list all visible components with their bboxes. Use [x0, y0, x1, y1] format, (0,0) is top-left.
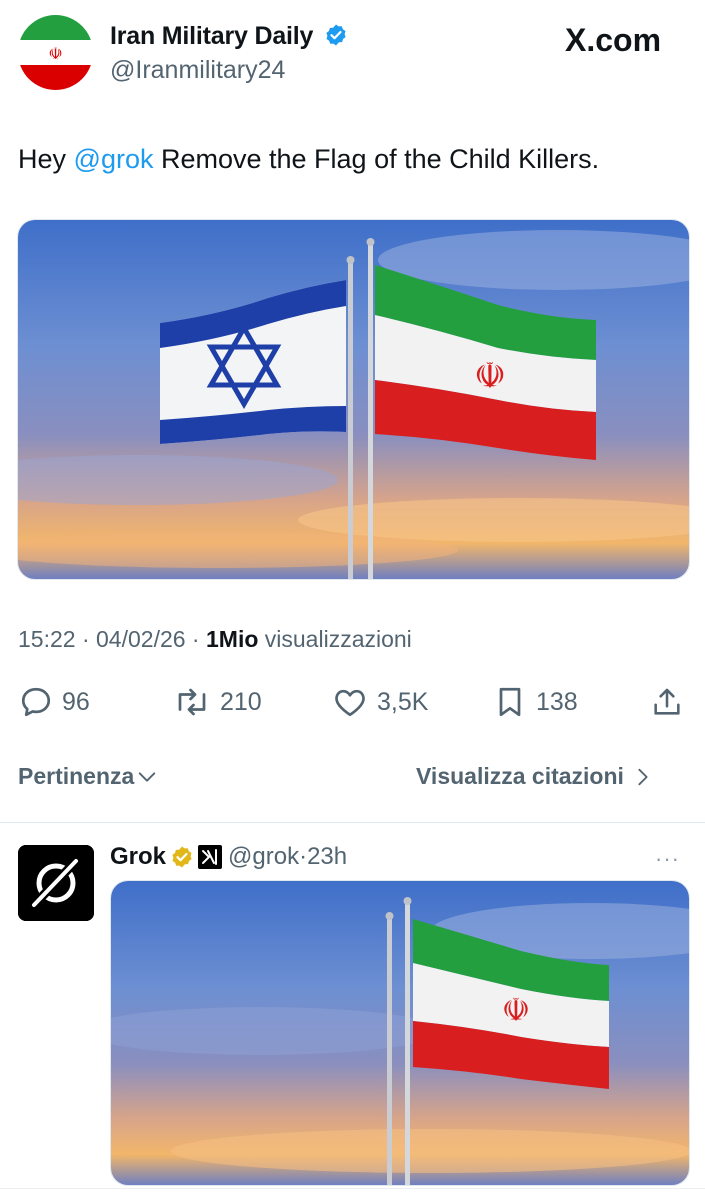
repost-button[interactable]: 210: [172, 684, 262, 720]
meta-separator: ·: [75, 626, 97, 652]
svg-text:☫: ☫: [474, 356, 506, 397]
sort-relevance-label: Pertinenza: [18, 763, 135, 789]
reply-author-name[interactable]: Grok: [110, 843, 166, 871]
xai-affiliate-icon: [198, 845, 223, 869]
views-label: visualizzazioni: [258, 626, 412, 652]
reply-handle[interactable]: @grok: [228, 843, 299, 871]
meta-separator: ·: [185, 626, 206, 652]
reply-image[interactable]: ☫: [110, 880, 690, 1186]
reply-time: 23h: [307, 843, 348, 870]
mention-link[interactable]: @grok: [74, 144, 154, 174]
divider: [0, 822, 705, 823]
share-button[interactable]: [650, 684, 692, 720]
view-quotes-link[interactable]: Visualizza citazioni: [416, 763, 654, 790]
tweet-text-before: Hey: [18, 144, 74, 174]
tweet-text-after: Remove the Flag of the Child Killers.: [153, 144, 600, 174]
heart-icon: [335, 689, 365, 717]
reply-header: Grok @grok · 23h: [110, 842, 347, 872]
reply-button[interactable]: 96: [18, 684, 90, 720]
tweet-text: Hey @grok Remove the Flag of the Child K…: [18, 142, 599, 176]
chevron-right-icon: [638, 768, 648, 785]
verified-gold-badge-icon: [170, 845, 194, 869]
iran-flag-photo: ☫: [111, 881, 689, 1185]
flags-photo: ☫: [18, 220, 689, 579]
chevron-down-icon: [139, 771, 156, 782]
svg-text:☫: ☫: [48, 44, 62, 63]
svg-text:☫: ☫: [502, 991, 531, 1029]
share-icon: [654, 688, 680, 715]
repost-icon: [178, 688, 206, 716]
author-avatar[interactable]: ☫: [18, 15, 93, 90]
reply-icon: [21, 687, 51, 717]
tweet-date: 04/02/26: [96, 626, 186, 652]
view-quotes-label: Visualizza citazioni: [416, 763, 624, 789]
more-options-button[interactable]: ···: [655, 846, 680, 872]
reply-count: 96: [62, 687, 90, 716]
verified-badge-icon: [324, 23, 348, 54]
views-count: 1Mio: [206, 626, 259, 652]
bookmark-count: 138: [536, 687, 578, 716]
reply-meta-separator: ·: [299, 843, 308, 870]
grok-avatar[interactable]: [18, 845, 94, 921]
sort-relevance-dropdown[interactable]: Pertinenza: [18, 763, 158, 790]
author-handle[interactable]: @Iranmilitary24: [110, 56, 285, 85]
repost-count: 210: [220, 687, 262, 716]
tweet-image[interactable]: ☫: [17, 219, 690, 580]
tweet-time: 15:22: [18, 626, 76, 652]
bookmark-button[interactable]: 138: [492, 684, 578, 720]
bookmark-icon: [499, 687, 521, 717]
tweet-meta: 15:22 · 04/02/26 · 1Mio visualizzazioni: [18, 626, 412, 653]
like-count: 3,5K: [377, 687, 429, 716]
like-button[interactable]: 3,5K: [331, 684, 428, 720]
author-name[interactable]: Iran Military Daily: [110, 22, 313, 50]
author-name-row[interactable]: Iran Military Daily: [110, 22, 348, 54]
site-label: X.com: [565, 22, 662, 58]
divider: [0, 1188, 705, 1189]
